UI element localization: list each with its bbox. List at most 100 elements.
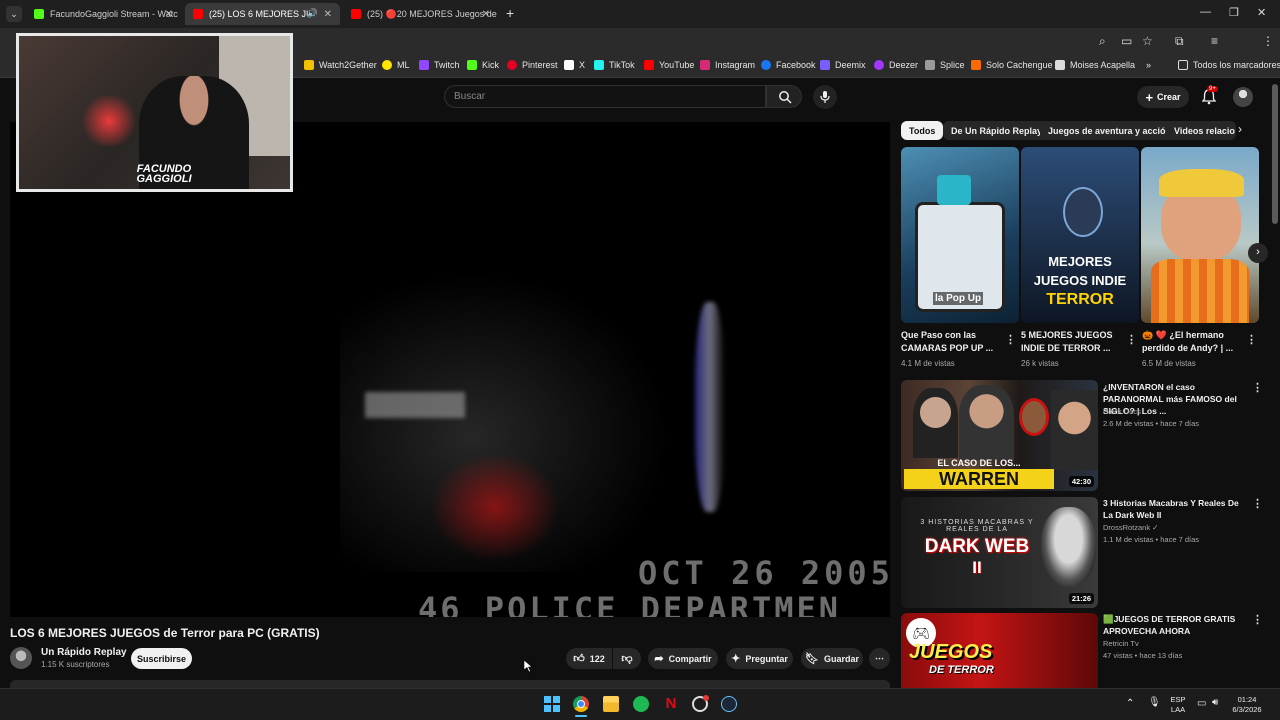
media-queue-icon[interactable]: ≡	[1211, 34, 1218, 48]
file-explorer-icon[interactable]	[603, 696, 619, 712]
more-options-icon[interactable]: ⋮	[1252, 497, 1263, 510]
bookmark-splice[interactable]: Splice	[925, 60, 965, 70]
channel-name[interactable]: Retricin Tv	[1103, 639, 1139, 648]
tray-chevron-icon[interactable]: ⌃	[1126, 699, 1134, 709]
tab-other-video[interactable]: (25) 🔴20 MEJORES Juegos de ✕	[343, 3, 498, 25]
tab-facundo-stream[interactable]: FacundoGaggioli Stream - Watc ✕	[26, 3, 181, 25]
ask-button[interactable]: ✦ Preguntar	[726, 648, 793, 669]
bookmark-x[interactable]: X	[564, 60, 585, 70]
share-button[interactable]: ➦ Compartir	[648, 648, 718, 669]
search-button[interactable]	[766, 85, 802, 108]
more-options-icon[interactable]: ⋮	[1252, 381, 1263, 394]
video-title-link[interactable]: 3 Historias Macabras Y Reales De La Dark…	[1103, 497, 1248, 521]
save-button[interactable]: 🔖︎ Guardar	[801, 648, 863, 669]
more-actions-button[interactable]: ⋯	[869, 648, 890, 669]
voice-search-button[interactable]	[813, 85, 837, 109]
volume-icon[interactable]: 🔊︎	[1212, 698, 1218, 708]
short-thumbnail[interactable]: MEJORES JUEGOS INDIE TERROR	[1021, 147, 1139, 323]
video-thumbnail[interactable]: EL CASO DE LOS... WARREN 42:30	[901, 380, 1098, 491]
channel-name[interactable]: DrossRotzank ✓	[1103, 523, 1158, 532]
thumbs-up-icon: 👍︎	[573, 653, 585, 665]
new-tab-button[interactable]: +	[506, 5, 514, 21]
minimize-icon[interactable]: —	[1200, 6, 1211, 18]
share-icon: ➦	[654, 653, 664, 665]
more-options-icon[interactable]: ⋮	[1246, 333, 1257, 346]
bookmark-tiktok[interactable]: TikTok	[594, 60, 635, 70]
short-title[interactable]: 5 MEJORES JUEGOS INDIE DE TERROR ...	[1021, 329, 1121, 355]
chip-channel[interactable]: De Un Rápido Replay	[943, 121, 1051, 140]
menu-icon[interactable]: ⋮	[1262, 34, 1274, 48]
bookmark-ml[interactable]: ML	[382, 60, 410, 70]
close-icon[interactable]: ✕	[482, 9, 490, 20]
tab-search-dropdown[interactable]: ⌄	[6, 6, 22, 22]
bookmark-solo-cachengue[interactable]: Solo Cachengue	[971, 60, 1053, 70]
subscribe-button[interactable]: Suscribirse	[131, 648, 192, 669]
tray-microphone-icon[interactable]: 🎙︎	[1148, 698, 1161, 708]
bookmark-pinterest[interactable]: Pinterest	[507, 60, 558, 70]
zoom-icon[interactable]: ⌕	[1099, 34, 1106, 49]
short-title[interactable]: 🎃 ❤️ ¿El hermano perdido de Andy? | ...	[1142, 329, 1242, 355]
chip-related[interactable]: Videos relacio	[1166, 121, 1236, 140]
video-frame-door-light	[695, 302, 725, 512]
short-thumbnail[interactable]	[1141, 147, 1259, 323]
tiktok-icon	[594, 60, 604, 70]
input-language[interactable]: ESP LAA	[1166, 695, 1190, 715]
netflix-icon[interactable]: N	[663, 696, 679, 712]
tab-label: (25) LOS 6 MEJORES JUEGO	[209, 9, 309, 19]
chip-todos[interactable]: Todos	[901, 121, 944, 140]
like-button[interactable]: 👍︎ 122	[566, 648, 612, 669]
channel-name[interactable]: Dieck Docs	[1103, 407, 1141, 416]
bookmark-moises[interactable]: Moises Acapella	[1055, 60, 1135, 70]
clock[interactable]: 01:24 6/3/2026	[1228, 695, 1266, 715]
bookmark-deemix[interactable]: Deemix	[820, 60, 866, 70]
short-thumbnail[interactable]: la Pop Up	[901, 147, 1019, 323]
restore-icon[interactable]: ❐	[1229, 6, 1239, 19]
page-scrollbar[interactable]	[1272, 84, 1278, 224]
create-button[interactable]: + Crear	[1137, 86, 1189, 108]
more-options-icon[interactable]: ⋮	[1252, 613, 1263, 626]
close-icon[interactable]: ✕	[324, 9, 332, 20]
video-player[interactable]: OCT 26 2005 46 POLICE DEPARTMEN	[10, 122, 890, 617]
more-bookmarks-icon[interactable]: »	[1146, 60, 1151, 70]
app-icon[interactable]	[692, 695, 709, 712]
kick-icon	[467, 60, 477, 70]
short-title[interactable]: Que Paso con las CAMARAS POP UP ...	[901, 329, 1001, 355]
close-icon[interactable]: ✕	[165, 9, 173, 20]
search-input[interactable]	[444, 85, 766, 108]
chrome-icon[interactable]	[573, 696, 589, 712]
all-bookmarks[interactable]: Todos los marcadores	[1178, 60, 1280, 70]
channel-name[interactable]: Un Rápido Replay	[41, 647, 127, 658]
webcam-logo: FACUNDO GAGGIOLI	[136, 163, 192, 185]
bookmark-kick[interactable]: Kick	[467, 60, 499, 70]
steam-icon[interactable]	[721, 696, 737, 712]
video-thumbnail[interactable]: 🎮︎ JUEGOS DE TERROR	[901, 613, 1098, 688]
more-options-icon[interactable]: ⋮	[1126, 333, 1137, 346]
bookmark-youtube[interactable]: YouTube	[644, 60, 694, 70]
dislike-button[interactable]: 👎︎	[613, 648, 641, 669]
account-avatar[interactable]	[1233, 87, 1253, 107]
deemix-icon	[820, 60, 830, 70]
windows-start-icon[interactable]	[544, 696, 560, 712]
spotify-icon[interactable]	[633, 696, 649, 712]
video-thumbnail[interactable]: 3 HISTORIAS MACABRAS Y REALES DE LA DARK…	[901, 497, 1098, 608]
tab-current-video[interactable]: (25) LOS 6 MEJORES JUEGO 🔊 ✕	[185, 3, 340, 25]
bookmark-star-icon[interactable]: ☆	[1142, 34, 1153, 48]
extensions-icon[interactable]: ⧉	[1175, 34, 1184, 49]
video-title-link[interactable]: 🟩JUEGOS DE TERROR GRATIS APROVECHA AHORA	[1103, 613, 1248, 637]
bookmark-facebook[interactable]: Facebook	[761, 60, 816, 70]
chips-next-icon[interactable]: ›	[1238, 122, 1242, 136]
channel-avatar[interactable]	[10, 647, 32, 669]
bookmark-watch2gether[interactable]: Watch2Gether	[304, 60, 377, 70]
chip-adventure-games[interactable]: Juegos de aventura y acción	[1040, 121, 1180, 140]
speaker-icon[interactable]: 🔊	[307, 8, 318, 19]
window-close-icon[interactable]: ✕	[1257, 6, 1266, 19]
short-overlay-text: la Pop Up	[933, 292, 984, 305]
more-options-icon[interactable]: ⋮	[1005, 333, 1016, 346]
description-box[interactable]	[10, 680, 890, 688]
shorts-next-button[interactable]: ›	[1248, 243, 1268, 263]
bookmark-twitch[interactable]: Twitch	[419, 60, 460, 70]
cast-icon[interactable]: ▭	[1121, 34, 1132, 48]
network-icon[interactable]: ▭	[1197, 699, 1206, 709]
bookmark-deezer[interactable]: Deezer	[874, 60, 918, 70]
bookmark-instagram[interactable]: Instagram	[700, 60, 755, 70]
